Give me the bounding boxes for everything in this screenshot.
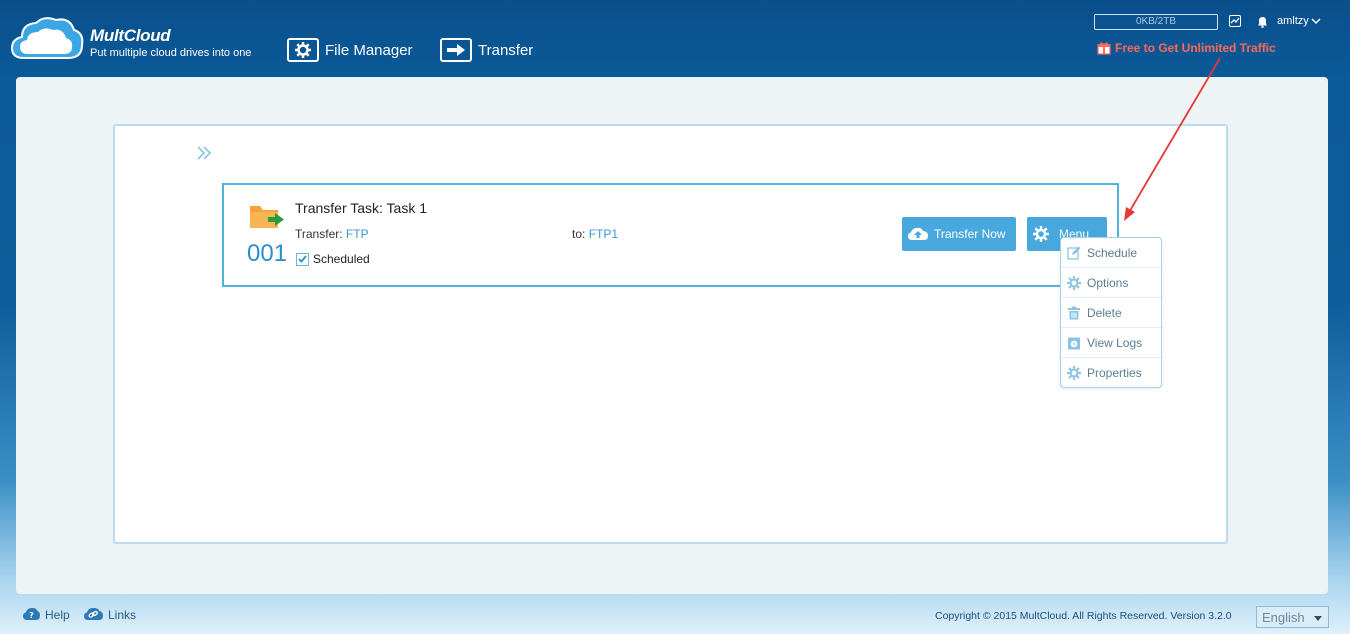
links-link[interactable]: Links — [84, 607, 136, 622]
help-icon: ? — [23, 607, 40, 620]
to-label: to: — [572, 227, 586, 241]
menu-item-schedule[interactable]: Schedule — [1061, 238, 1161, 268]
bell-icon[interactable] — [1257, 16, 1268, 28]
svg-text:?: ? — [29, 611, 34, 620]
caret-down-icon — [1314, 616, 1322, 621]
menu-item-delete[interactable]: Delete — [1061, 298, 1161, 328]
menu-item-label: Properties — [1087, 366, 1142, 380]
brand-name: MultCloud — [90, 26, 171, 45]
trash-icon — [1068, 306, 1080, 319]
source-link[interactable]: FTP — [346, 227, 369, 241]
chevron-down-icon — [1311, 17, 1321, 24]
logo[interactable] — [10, 14, 84, 64]
check-icon — [298, 255, 307, 263]
menu-item-properties[interactable]: Properties — [1061, 358, 1161, 388]
target-link[interactable]: FTP1 — [589, 227, 618, 241]
transfer-now-label: Transfer Now — [934, 227, 1006, 241]
language-value: English — [1262, 609, 1305, 625]
transfer-arrow-icon — [440, 38, 472, 62]
menu-item-view-logs[interactable]: View Logs — [1061, 328, 1161, 358]
log-icon — [1068, 337, 1080, 349]
transfer-now-button[interactable]: Transfer Now — [902, 217, 1016, 251]
task-menu-dropdown: Schedule Options Delete View Logs Proper… — [1060, 237, 1162, 388]
links-label: Links — [108, 607, 137, 622]
help-label: Help — [45, 607, 70, 622]
menu-item-label: View Logs — [1087, 335, 1143, 350]
promo-link[interactable]: Free to Get Unlimited Traffic — [1097, 41, 1276, 55]
folder-transfer-icon — [250, 206, 284, 228]
edit-icon — [1067, 246, 1081, 260]
menu-item-label: Schedule — [1087, 245, 1138, 260]
menu-item-label: Delete — [1087, 305, 1122, 320]
task-number: 001 — [247, 240, 288, 267]
help-link[interactable]: ? Help — [23, 607, 70, 622]
storage-usage: 0KB/2TB — [1094, 14, 1218, 30]
copyright-text: Copyright © 2015 MultCloud. All Rights R… — [935, 610, 1232, 622]
gear-icon — [1067, 366, 1081, 380]
language-select[interactable]: English — [1256, 606, 1329, 628]
nav-transfer[interactable]: Transfer — [440, 38, 533, 62]
promo-text: Free to Get Unlimited Traffic — [1115, 41, 1276, 55]
username: amltzy — [1277, 15, 1309, 27]
user-menu[interactable]: amltzy — [1277, 15, 1321, 27]
scheduled-checkbox[interactable]: Scheduled — [296, 252, 370, 266]
nav-file-manager-label: File Manager — [325, 41, 413, 59]
gear-icon — [1067, 275, 1081, 290]
cloud-upload-icon — [908, 227, 928, 240]
gift-icon — [1097, 42, 1111, 55]
gear-icon — [1033, 226, 1049, 242]
menu-item-options[interactable]: Options — [1061, 268, 1161, 298]
nav-file-manager[interactable]: File Manager — [287, 38, 413, 62]
task-title: Transfer Task: Task 1 — [295, 200, 428, 216]
cloud-logo-icon — [10, 17, 84, 59]
task-source: Transfer: FTP — [295, 227, 369, 241]
tagline: Put multiple cloud drives into one — [90, 47, 252, 59]
transfer-label: Transfer: — [295, 227, 343, 241]
double-chevron-right-icon[interactable] — [196, 145, 212, 161]
task-target: to: FTP1 — [572, 227, 618, 241]
link-cloud-icon — [84, 607, 103, 620]
checkbox[interactable] — [296, 252, 309, 266]
chart-icon[interactable] — [1229, 15, 1241, 27]
nav-transfer-label: Transfer — [478, 41, 534, 59]
scheduled-label: Scheduled — [313, 252, 370, 266]
gear-icon — [287, 38, 319, 62]
menu-item-label: Options — [1087, 275, 1129, 290]
